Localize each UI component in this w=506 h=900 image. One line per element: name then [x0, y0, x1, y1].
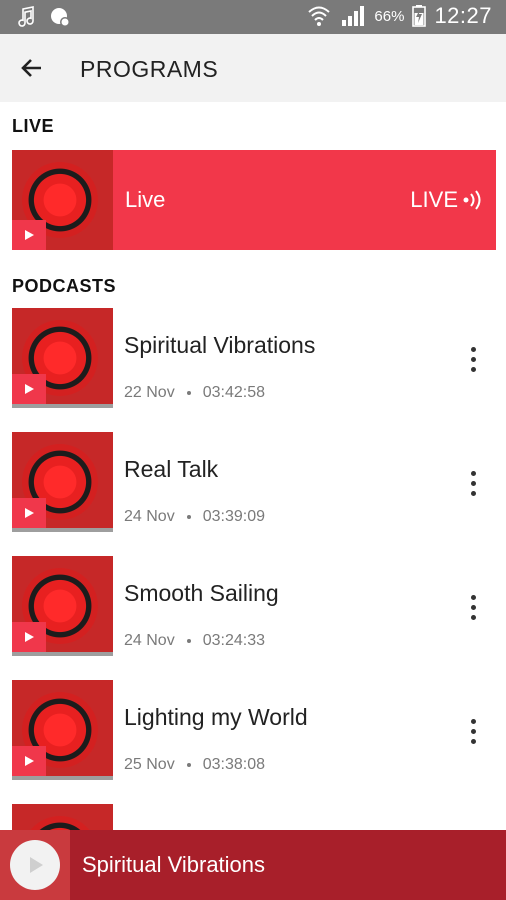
voice-bubble-icon [51, 8, 70, 27]
live-badge: LIVE [410, 187, 484, 213]
podcast-thumbnail [12, 680, 113, 780]
podcast-title: Real Talk [124, 456, 219, 482]
signal-icon [342, 6, 365, 26]
live-section-header: LIVE [12, 116, 55, 136]
more-options-icon[interactable] [458, 344, 488, 374]
podcast-item-partial[interactable] [12, 804, 496, 830]
arrow-left-icon [21, 59, 41, 77]
podcasts-section-header: PODCASTS [12, 276, 117, 296]
battery-charging-icon [412, 5, 427, 27]
podcast-duration: 03:42:58 [202, 384, 265, 401]
play-icon[interactable] [12, 374, 46, 404]
station-logo [22, 816, 98, 830]
player-artwork [0, 830, 70, 900]
more-options-icon[interactable] [458, 468, 488, 498]
podcast-item[interactable]: Lighting my World 25 Nov 03:38:08 [12, 680, 496, 782]
status-bar: 66% 12:27 [0, 0, 506, 34]
podcast-item[interactable]: Spiritual Vibrations 22 Nov 03:42:58 [12, 308, 496, 410]
separator-dot [186, 763, 191, 767]
progress-underbar [12, 404, 113, 408]
music-note-icon [18, 6, 34, 27]
podcast-thumbnail [12, 308, 113, 408]
progress-underbar [12, 776, 113, 780]
podcast-duration: 03:39:09 [202, 508, 265, 525]
separator-dot [186, 391, 191, 395]
page-title: PROGRAMS [80, 56, 219, 82]
more-options-icon[interactable] [458, 716, 488, 746]
back-button[interactable] [10, 48, 54, 88]
live-thumbnail [12, 150, 113, 250]
podcast-meta: 24 Nov 03:24:33 [124, 632, 265, 650]
separator-dot [186, 639, 191, 643]
status-right: 66% 12:27 [306, 3, 492, 29]
podcast-duration: 03:38:08 [202, 756, 265, 773]
podcast-title: Spiritual Vibrations [124, 332, 316, 358]
podcast-item[interactable]: Smooth Sailing 24 Nov 03:24:33 [12, 556, 496, 658]
play-button[interactable] [10, 840, 60, 890]
wifi-icon [308, 6, 331, 26]
progress-underbar [12, 528, 113, 532]
podcast-date: 25 Nov [124, 756, 175, 773]
podcast-meta: 22 Nov 03:42:58 [124, 384, 265, 402]
live-item-label: Live [125, 187, 166, 212]
podcast-thumbnail [12, 432, 113, 532]
podcast-date: 22 Nov [124, 384, 175, 401]
podcast-date: 24 Nov [124, 508, 175, 525]
clock: 12:27 [434, 3, 492, 28]
app-bar: PROGRAMS [0, 34, 506, 102]
podcast-thumbnail [12, 804, 113, 830]
podcast-title: Smooth Sailing [124, 580, 279, 606]
podcast-item[interactable]: Real Talk 24 Nov 03:39:09 [12, 432, 496, 534]
podcast-thumbnail [12, 556, 113, 656]
status-left [14, 5, 72, 29]
live-stream-item[interactable]: Live LIVE [12, 150, 496, 250]
play-icon[interactable] [12, 220, 46, 250]
podcast-duration: 03:24:33 [202, 632, 265, 649]
play-icon[interactable] [12, 498, 46, 528]
play-icon[interactable] [12, 622, 46, 652]
podcast-meta: 25 Nov 03:38:08 [124, 756, 265, 774]
podcast-meta: 24 Nov 03:39:09 [124, 508, 265, 526]
broadcast-icon [463, 190, 481, 210]
podcast-date: 24 Nov [124, 632, 175, 649]
mini-player[interactable]: Spiritual Vibrations [0, 830, 506, 900]
player-title: Spiritual Vibrations [82, 852, 266, 877]
separator-dot [186, 515, 191, 519]
more-options-icon[interactable] [458, 592, 488, 622]
progress-underbar [12, 652, 113, 656]
play-icon[interactable] [12, 746, 46, 776]
live-badge-text: LIVE [410, 187, 458, 212]
podcast-title: Lighting my World [124, 704, 308, 730]
play-icon [30, 857, 43, 873]
battery-percent: 66% [374, 7, 405, 25]
